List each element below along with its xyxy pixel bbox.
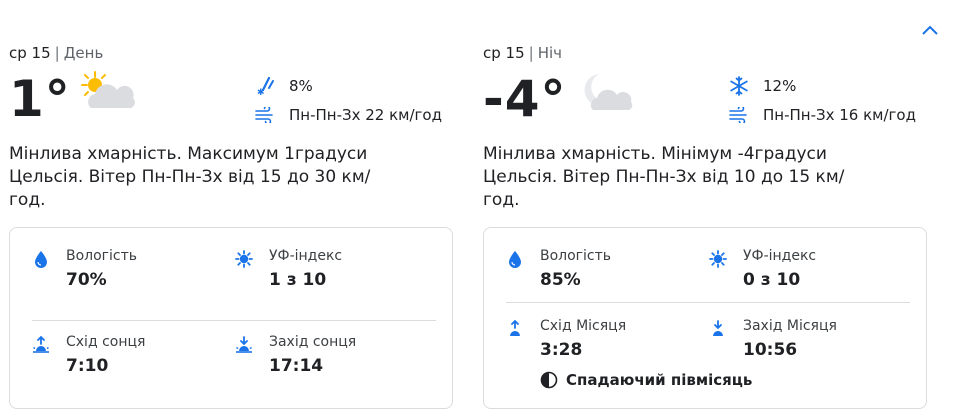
humidity-value: 85% [540,270,581,290]
night-period: Ніч [537,44,562,62]
day-date: ср 15 [9,44,51,62]
sun-uv-icon [709,250,727,268]
night-wind: Пн-Пн-Зх 16 км/год [729,104,916,126]
night-forecast: ср 15 | Ніч -4° 12% Пн-Пн-Зх 16 км/год М… [483,0,931,417]
day-description: Мінлива хмарність. Максимум 1градуси Цел… [9,144,371,210]
moonrise-label: Схід Місяця [540,318,627,334]
night-description: Мінлива хмарність. Мінімум -4градуси Цел… [483,144,845,210]
half-moon-icon [540,371,558,389]
day-precipitation: ✱ 8% [255,75,313,97]
divider [506,302,910,303]
day-temperature: 1° [9,70,71,128]
day-details-card: Вологість 70% УФ-індекс 1 з 10 Схід сонц… [9,227,453,409]
night-date-line: ср 15 | Ніч [483,44,562,62]
humidity-label: Вологість [540,248,612,264]
rain-snow-icon: ✱ [255,76,275,96]
partly-cloudy-night-icon [575,70,639,118]
moonset-value: 10:56 [743,340,798,360]
sunset-icon [235,336,253,354]
separator: | [528,44,534,62]
svg-text:✱: ✱ [257,88,265,96]
sunset-value: 17:14 [269,356,324,376]
day-wind-value: Пн-Пн-Зх 22 км/год [289,106,442,124]
sunrise-value: 7:10 [66,356,109,376]
uv-label: УФ-індекс [743,248,817,264]
day-date-line: ср 15 | День [9,44,103,62]
day-forecast: ср 15 | День 1° ✱ 8% Пн-Пн-Зх 22 км/год … [9,0,457,417]
moon-phase-label: Спадаючий півмісяць [566,371,753,389]
uv-value: 0 з 10 [743,270,801,290]
day-precipitation-value: 8% [289,77,313,95]
humidity-label: Вологість [66,248,138,264]
snowflake-icon [729,76,749,96]
weather-details-panel: ср 15 | День 1° ✱ 8% Пн-Пн-Зх 22 км/год … [0,0,953,417]
partly-cloudy-day-icon [77,70,141,118]
night-wind-value: Пн-Пн-Зх 16 км/год [763,106,916,124]
night-temperature: -4° [483,70,567,128]
humidity-value: 70% [66,270,107,290]
moonset-icon [709,320,727,338]
divider [32,320,436,321]
sun-uv-icon [235,250,253,268]
night-date: ср 15 [483,44,525,62]
day-wind: Пн-Пн-Зх 22 км/год [255,104,442,126]
wind-icon [255,105,275,125]
moonset-label: Захід Місяця [743,318,837,334]
moonrise-value: 3:28 [540,340,583,360]
uv-value: 1 з 10 [269,270,327,290]
day-period: День [63,44,104,62]
night-details-card: Вологість 85% УФ-індекс 0 з 10 Схід Міся… [483,227,927,409]
water-drop-icon [32,250,50,268]
moon-phase: Спадаючий півмісяць [540,371,752,389]
separator: | [54,44,60,62]
water-drop-icon [506,250,524,268]
sunrise-icon [32,336,50,354]
uv-label: УФ-індекс [269,248,343,264]
moonrise-icon [506,320,524,338]
sunrise-label: Схід сонця [66,334,146,350]
wind-icon [729,105,749,125]
sunset-label: Захід сонця [269,334,357,350]
night-precipitation-value: 12% [763,77,797,95]
night-precipitation: 12% [729,75,796,97]
